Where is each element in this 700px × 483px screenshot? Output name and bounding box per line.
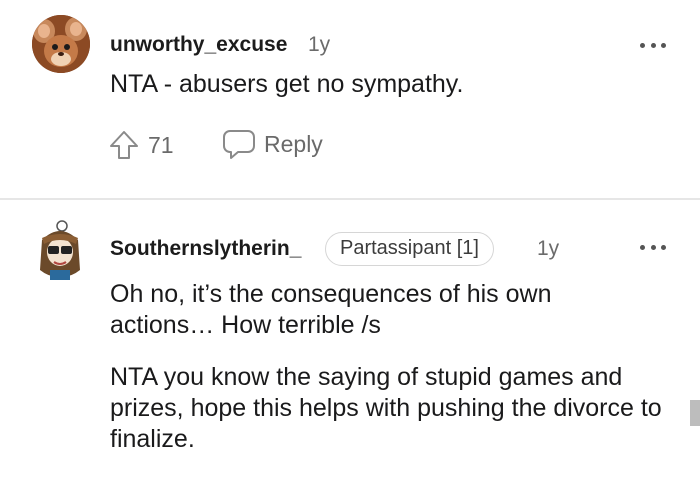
comment-paragraph: NTA you know the saying of stupid games … [110,363,662,453]
mouse-avatar-icon [32,15,90,73]
speech-bubble-icon [223,130,255,159]
comment-age: 1y [537,237,560,260]
more-options-icon[interactable] [640,40,666,50]
comment-text: NTA - abusers get no sympathy. [110,70,464,98]
more-options-icon[interactable] [640,242,666,252]
avatar[interactable] [32,15,90,73]
upvote-count: 71 [148,131,174,158]
comment-username[interactable]: unworthy_excuse [110,33,287,57]
comment-southernslytherin: Southernslytherin_ Partassipant [1] 1y O… [0,200,700,483]
comment-paragraph: Oh no, it’s the consequences of his own … [110,280,552,339]
user-flair: Partassipant [1] [325,232,494,266]
anime-avatar-icon [40,220,80,280]
scrollbar[interactable] [690,400,700,426]
arrow-up-icon [110,131,138,159]
comment-username[interactable]: Southernslytherin_ [110,237,301,261]
upvote-button[interactable]: 71 [108,128,174,162]
avatar[interactable] [36,220,84,280]
comment-unworthy-excuse: unworthy_excuse 1y NTA - abusers get no … [0,0,700,198]
reply-button[interactable]: Reply [222,127,323,161]
reply-label: Reply [264,130,323,157]
comment-age: 1y [308,33,331,56]
